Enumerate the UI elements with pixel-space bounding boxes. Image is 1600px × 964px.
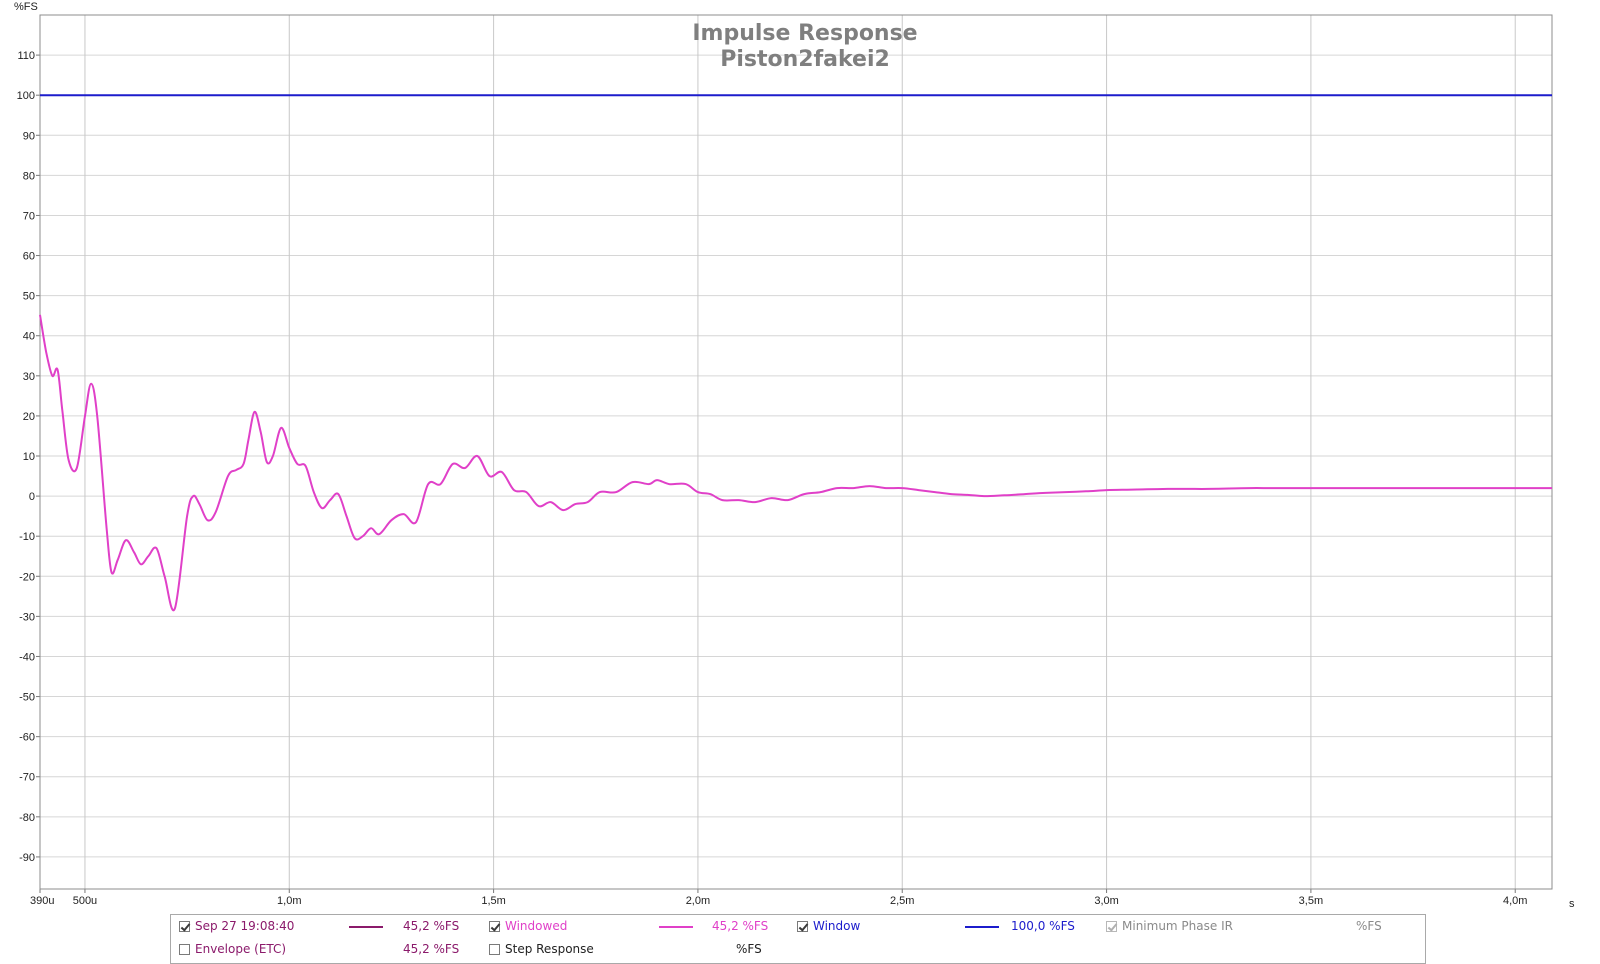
legend-label-sep27: Sep 27 19:08:40 [195, 919, 295, 933]
y-tick-label: 90 [23, 130, 35, 142]
y-tick-label: -40 [19, 651, 35, 663]
legend-swatch-windowed [659, 926, 693, 928]
legend-value-envelope: 45,2 %FS [403, 942, 460, 956]
legend-panel: Sep 27 19:08:40 45,2 %FS Windowed 45,2 %… [170, 914, 1426, 964]
y-tick-label: -30 [19, 611, 35, 623]
legend-value-minimum-phase: %FS [1356, 919, 1382, 933]
x-tick-label: 500u [73, 895, 97, 907]
checkbox-sep27[interactable] [179, 921, 190, 932]
chart-subtitle: Piston2fakei2 [720, 47, 890, 72]
y-tick-label: 70 [23, 210, 35, 222]
legend-value-step-response: %FS [736, 942, 762, 956]
y-tick-label: -60 [19, 732, 35, 744]
legend-label-envelope: Envelope (ETC) [195, 942, 287, 956]
checkbox-window[interactable] [797, 921, 808, 932]
y-tick-label: -80 [19, 812, 35, 824]
legend-value-window: 100,0 %FS [1011, 919, 1075, 933]
y-tick-label: 10 [23, 451, 35, 463]
x-tick-label: 390u [30, 895, 54, 907]
y-tick-label: 30 [23, 371, 35, 383]
y-tick-label: -70 [19, 772, 35, 784]
y-tick-label: 20 [23, 411, 35, 423]
x-tick-label: 4,0m [1503, 895, 1527, 907]
x-tick-label: 1,5m [481, 895, 505, 907]
y-axis-unit-label: %FS [14, 1, 38, 13]
legend-swatch-sep27 [349, 926, 383, 928]
series-line-windowed [39, 314, 1552, 612]
x-tick-label: 1,0m [277, 895, 301, 907]
y-tick-label: 60 [23, 251, 35, 263]
chart-title: Impulse Response [692, 21, 917, 46]
legend-label-step-response: Step Response [505, 942, 594, 956]
checkbox-step-response[interactable] [489, 944, 500, 955]
y-tick-label: 100 [17, 90, 35, 102]
grid-lines [40, 15, 1552, 889]
plot-area[interactable] [39, 14, 1553, 890]
legend-value-windowed: 45,2 %FS [712, 919, 769, 933]
x-axis-unit-label: s [1569, 898, 1575, 910]
impulse-response-chart[interactable]: 1101009080706050403020100-10-20-30-40-50… [0, 0, 1600, 912]
legend-label-window: Window [813, 919, 861, 933]
checkbox-envelope[interactable] [179, 944, 190, 955]
series-lines [39, 94, 1552, 612]
x-tick-label: 3,5m [1299, 895, 1323, 907]
legend-label-minimum-phase: Minimum Phase IR [1122, 919, 1233, 933]
y-tick-label: 110 [17, 50, 35, 62]
y-tick-label: 80 [23, 170, 35, 182]
legend-label-windowed: Windowed [505, 919, 568, 933]
y-tick-label: -90 [19, 852, 35, 864]
x-axis-ticks: 390u 500u 1,0m 1,5m 2,0m 2,5m 3,0m 3,5m 4,0m [30, 889, 1527, 907]
y-tick-label: 50 [23, 291, 35, 303]
legend-swatch-window [965, 926, 999, 928]
legend-value-sep27: 45,2 %FS [403, 919, 460, 933]
x-tick-label: 2,0m [686, 895, 710, 907]
y-tick-label: -50 [19, 692, 35, 704]
x-tick-label: 3,0m [1094, 895, 1118, 907]
y-tick-label: -10 [19, 531, 35, 543]
checkbox-minimum-phase[interactable] [1106, 921, 1117, 932]
x-tick-label: 2,5m [890, 895, 914, 907]
checkbox-windowed[interactable] [489, 921, 500, 932]
y-tick-label: -20 [19, 571, 35, 583]
y-axis-ticks: 1101009080706050403020100-10-20-30-40-50… [17, 50, 40, 864]
y-tick-label: 40 [23, 331, 35, 343]
y-tick-label: 0 [29, 491, 35, 503]
